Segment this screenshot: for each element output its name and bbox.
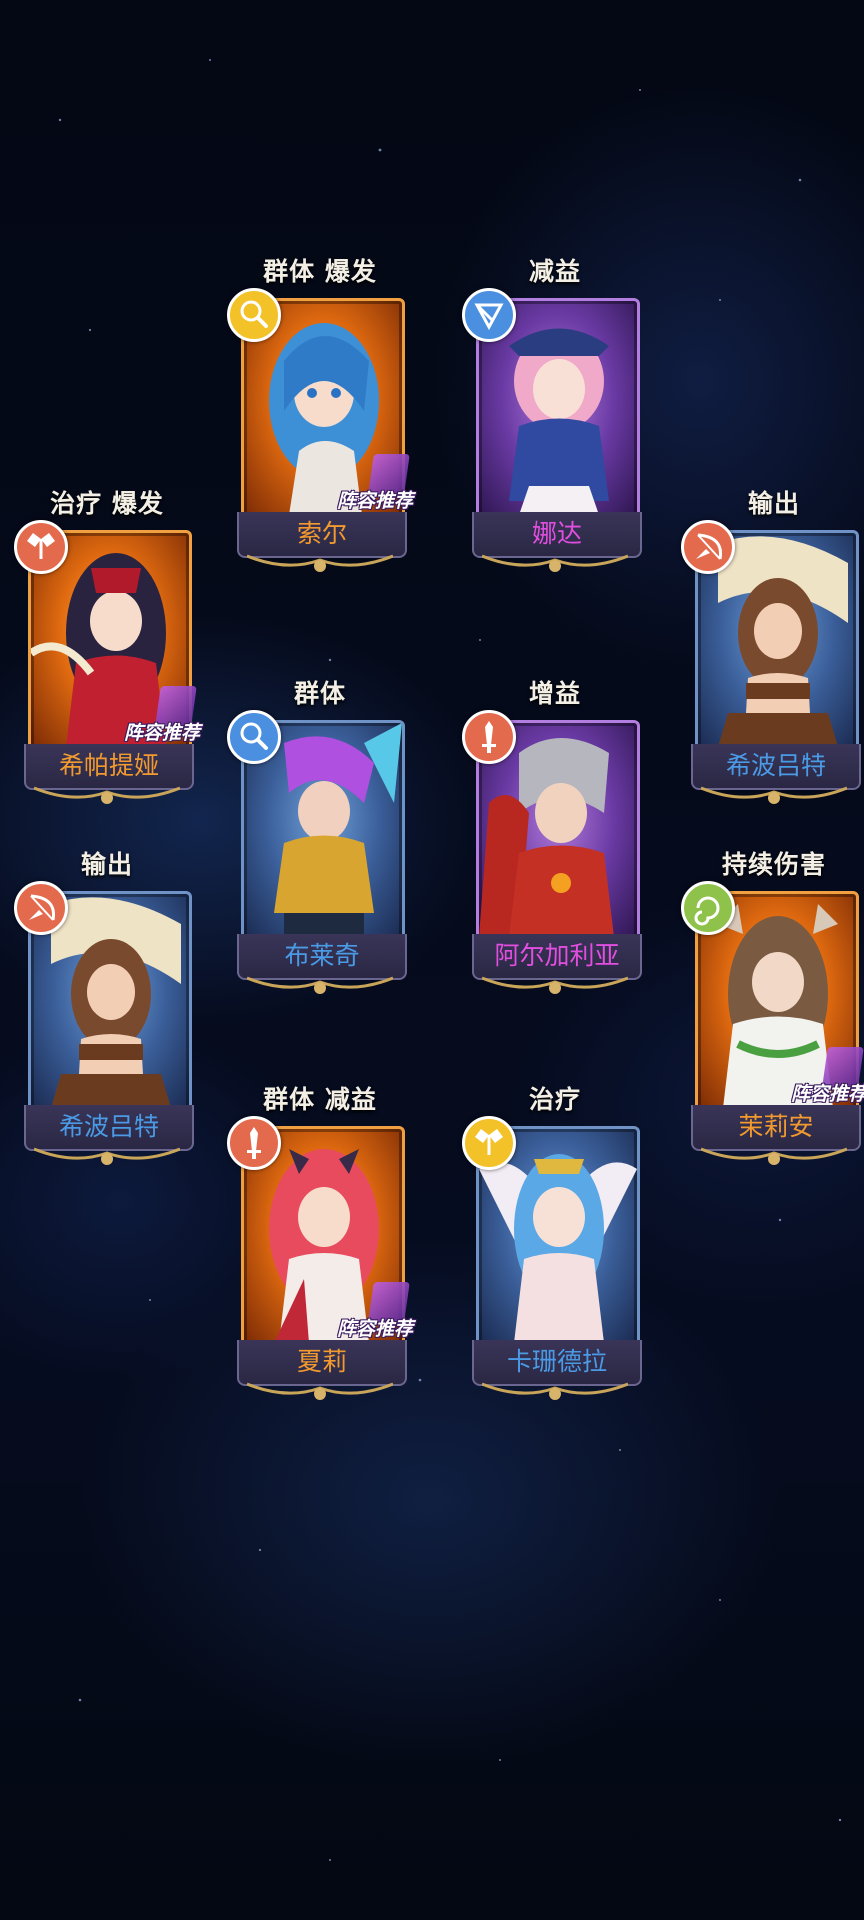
hero-tags: 输出 [80,850,133,879]
hero-tags: 治疗 爆发 [50,489,164,518]
class-badge [462,710,516,764]
card-ornament [482,976,628,994]
card-ornament [247,554,393,572]
class-badge [14,520,68,574]
recommend-label: 阵容推荐 [790,1083,864,1105]
card-ornament [34,1147,180,1165]
card-ornament [247,1382,393,1400]
hero-tags: 减益 [528,257,581,286]
recommend-label: 阵容推荐 [336,1318,413,1340]
angel-wings-icon [27,533,55,559]
hero-tags: 群体 减益 [263,1085,377,1114]
recommend-label: 阵容推荐 [336,490,413,512]
card-ornament [247,976,393,994]
spiral-icon [694,896,720,926]
hero-tags: 持续伤害 [721,850,826,879]
class-badge [681,520,735,574]
whip-icon [474,303,504,331]
hero-tags: 群体 [293,679,346,708]
hero-tags: 输出 [747,489,800,518]
magnifier-icon [240,722,268,750]
card-ornament [482,554,628,572]
class-badge [681,881,735,935]
class-badge [227,288,281,342]
card-ornament [482,1382,628,1400]
sword-icon [482,721,496,753]
card-ornament [701,1147,847,1165]
class-badge [227,710,281,764]
angel-wings-icon [475,1129,503,1155]
sword-icon [247,1127,261,1159]
class-badge [14,881,68,935]
hero-tags: 群体 爆发 [263,257,377,286]
card-ornament [34,786,180,804]
class-badge [462,1116,516,1170]
bow-icon [696,533,723,560]
class-badge [227,1116,281,1170]
recommend-label: 阵容推荐 [123,722,200,744]
hero-tags: 增益 [528,679,581,708]
bow-icon [29,894,56,921]
magnifier-icon [240,300,268,328]
hero-tags: 治疗 [528,1085,581,1114]
class-badge [462,288,516,342]
card-ornament [701,786,847,804]
